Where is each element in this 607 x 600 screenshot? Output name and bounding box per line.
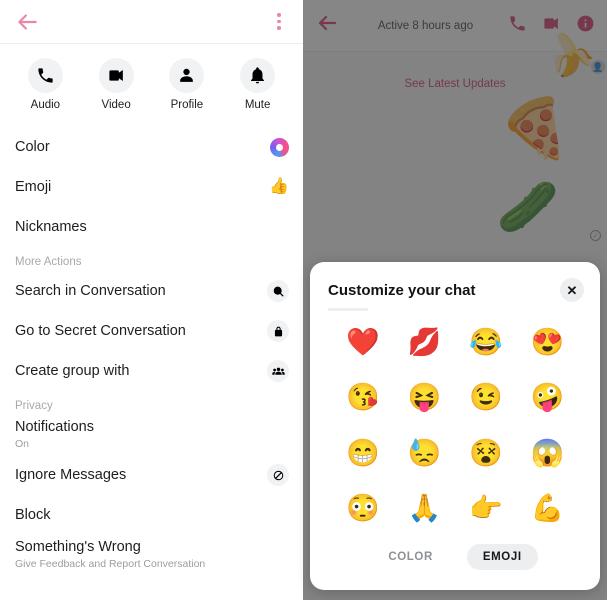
menu-text: Go to Secret Conversation — [15, 322, 265, 341]
quick-actions-row: Audio Video Profile Mute — [0, 44, 303, 121]
emoji-option[interactable]: 😂 — [465, 322, 507, 364]
emoji-picker-grid: ❤️ 💋 😂 😍 😘 😝 😉 🤪 😁 😓 😵 😱 😳 🙏 👉 💪 — [310, 311, 600, 536]
back-arrow-icon[interactable] — [14, 9, 40, 35]
emoji-option[interactable]: ❤️ — [342, 322, 384, 364]
menu-icon-wrap: 👍 — [265, 179, 289, 195]
conversation-details-panel: Audio Video Profile Mute Color Emoji 👍 N… — [0, 0, 303, 600]
menu-item-label: Notifications — [15, 419, 94, 436]
menu-item-label: Emoji — [15, 178, 52, 195]
action-profile[interactable]: Profile — [152, 58, 223, 111]
menu-item-nicknames[interactable]: Nicknames — [0, 207, 303, 247]
action-mute[interactable]: Mute — [222, 58, 293, 111]
menu-item-search-in-conversation[interactable]: Search in Conversation — [0, 271, 303, 311]
menu-item-label: Color — [15, 138, 50, 155]
menu-item-somethings-wrong[interactable]: Something's Wrong Give Feedback and Repo… — [0, 535, 303, 575]
ignore-icon[interactable] — [267, 464, 289, 486]
section-header-privacy: Privacy — [15, 400, 53, 412]
sheet-header: Customize your chat ✕ — [310, 262, 600, 306]
emoji-option[interactable]: 🤪 — [526, 377, 568, 419]
menu-item-label: Block — [15, 506, 51, 523]
menu-item-label: Ignore Messages — [15, 466, 127, 483]
menu-item-label: Create group with — [15, 362, 130, 379]
menu-item-sublabel: On — [15, 437, 30, 450]
menu-text: Emoji — [15, 178, 265, 197]
emoji-option[interactable]: 🙏 — [403, 487, 445, 529]
menu-text: Create group with — [15, 362, 265, 381]
menu-icon-wrap — [265, 320, 289, 342]
settings-menu-list: Color Emoji 👍 Nicknames More Actions Sea… — [0, 121, 303, 575]
menu-item-sublabel: Give Feedback and Report Conversation — [15, 557, 206, 570]
action-audio[interactable]: Audio — [10, 58, 81, 111]
avatar: 👤 — [591, 60, 605, 74]
emoji-option[interactable]: 😓 — [403, 432, 445, 474]
menu-text: Ignore Messages — [15, 466, 265, 485]
phone-icon — [27, 58, 63, 93]
cucumber-sticker: 🥒 — [496, 179, 559, 235]
menu-item-label: Nicknames — [15, 218, 87, 235]
phone-icon[interactable] — [508, 14, 527, 38]
bell-icon — [240, 58, 276, 93]
menu-item-label: Go to Secret Conversation — [15, 322, 186, 339]
search-icon[interactable] — [267, 280, 289, 302]
menu-text: Something's Wrong Give Feedback and Repo… — [15, 538, 265, 571]
action-label: Profile — [170, 99, 204, 111]
menu-text: Notifications On — [15, 418, 265, 451]
back-arrow-icon[interactable] — [315, 11, 339, 40]
person-icon — [169, 58, 205, 93]
emoji-option[interactable]: 😘 — [342, 377, 384, 419]
menu-text: Nicknames — [15, 218, 265, 237]
menu-item-label: Search in Conversation — [15, 282, 166, 299]
action-label: Mute — [244, 99, 271, 111]
menu-item-label: Something's Wrong — [15, 539, 141, 556]
menu-item-ignore-messages[interactable]: Ignore Messages — [0, 455, 303, 495]
app-root: Audio Video Profile Mute Color Emoji 👍 N… — [0, 0, 607, 600]
section-header-more-actions: More Actions — [15, 256, 82, 268]
lock-icon[interactable] — [267, 320, 289, 342]
emoji-option[interactable]: 😳 — [342, 487, 384, 529]
menu-item-block[interactable]: Block — [0, 495, 303, 535]
action-label: Video — [101, 99, 131, 111]
menu-text: Search in Conversation — [15, 282, 265, 301]
message-seen-indicator: ✓ — [590, 230, 601, 241]
menu-item-notifications[interactable]: Notifications On — [0, 415, 303, 455]
emoji-option[interactable]: 😉 — [465, 377, 507, 419]
emoji-option[interactable]: 😁 — [342, 432, 384, 474]
color-ring-icon[interactable] — [270, 137, 289, 157]
customize-chat-sheet: Customize your chat ✕ ❤️ 💋 😂 😍 😘 😝 😉 🤪 😁… — [310, 262, 600, 590]
emoji-option[interactable]: 💋 — [403, 322, 445, 364]
thumbs-up-icon[interactable]: 👍 — [269, 179, 289, 195]
emoji-option[interactable]: 😍 — [526, 322, 568, 364]
menu-item-color[interactable]: Color — [0, 127, 303, 167]
menu-icon-wrap — [265, 464, 289, 486]
video-camera-icon — [98, 58, 134, 93]
menu-item-emoji[interactable]: Emoji 👍 — [0, 167, 303, 207]
action-video[interactable]: Video — [81, 58, 152, 111]
menu-icon-wrap — [265, 280, 289, 302]
emoji-option[interactable]: 💪 — [526, 487, 568, 529]
sheet-title: Customize your chat — [328, 281, 476, 299]
emoji-option[interactable]: 😵 — [465, 432, 507, 474]
pizza-sticker: 🍕 — [498, 96, 571, 161]
menu-text: Color — [15, 138, 265, 157]
tab-emoji[interactable]: EMOJI — [466, 544, 538, 570]
active-status-text: Active 8 hours ago — [377, 19, 474, 32]
emoji-option[interactable]: 👉 — [465, 487, 507, 529]
close-icon[interactable]: ✕ — [560, 278, 584, 302]
menu-text: Block — [15, 506, 265, 525]
menu-item-secret-conversation[interactable]: Go to Secret Conversation — [0, 311, 303, 351]
kebab-menu-icon[interactable] — [269, 11, 289, 33]
menu-icon-wrap — [265, 360, 289, 382]
menu-item-create-group[interactable]: Create group with — [0, 351, 303, 391]
action-label: Audio — [30, 99, 61, 111]
emoji-option[interactable]: 😱 — [526, 432, 568, 474]
left-topbar — [0, 0, 303, 44]
menu-icon-wrap — [265, 137, 289, 157]
sheet-tab-bar: COLOR EMOJI — [310, 536, 600, 590]
group-people-icon[interactable] — [267, 360, 289, 382]
tab-color[interactable]: COLOR — [372, 544, 449, 570]
emoji-option[interactable]: 😝 — [403, 377, 445, 419]
